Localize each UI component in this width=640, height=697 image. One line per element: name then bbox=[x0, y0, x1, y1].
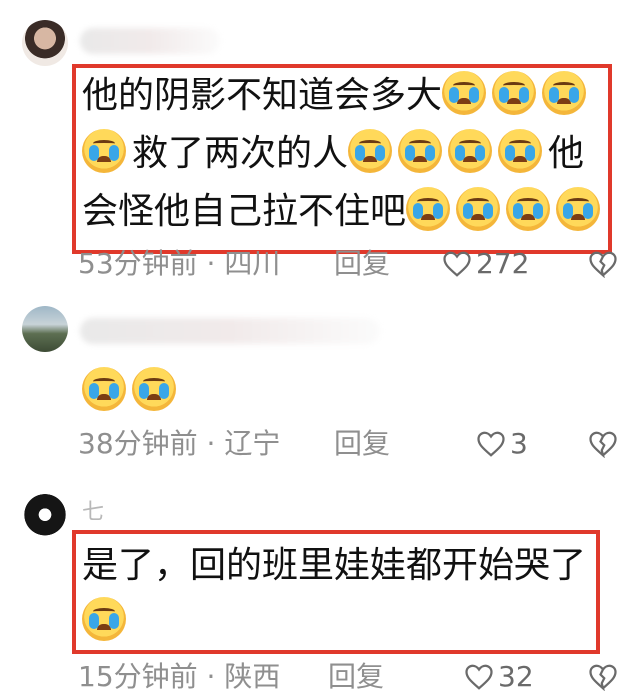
crying-face-emoji bbox=[492, 71, 537, 115]
crying-face-emoji bbox=[506, 187, 551, 231]
heart-outline-icon bbox=[443, 251, 471, 277]
crying-face-emoji bbox=[542, 71, 587, 115]
crying-face-emoji bbox=[406, 187, 451, 231]
comment-text: 救了两次的人 他 bbox=[82, 126, 584, 182]
like-button[interactable]: 272 bbox=[442, 244, 529, 284]
comment-text bbox=[82, 594, 132, 650]
avatar[interactable] bbox=[22, 306, 68, 352]
crying-face-emoji bbox=[348, 129, 393, 173]
reply-button[interactable]: 回复 bbox=[334, 424, 390, 464]
crying-face-emoji bbox=[556, 187, 601, 231]
reply-button[interactable]: 回复 bbox=[328, 657, 384, 697]
comment-time-location: 53分钟前 · 四川 bbox=[78, 247, 281, 280]
broken-heart-icon[interactable] bbox=[588, 430, 618, 458]
comment-text-line: 救了两次的人 bbox=[132, 133, 349, 174]
comment-time-location: 15分钟前 · 陕西 bbox=[78, 660, 281, 693]
username-blurred[interactable] bbox=[80, 28, 220, 54]
like-button[interactable]: 3 bbox=[476, 424, 528, 464]
comment-text-line: 是了，回的班里娃娃都开始哭了 bbox=[82, 545, 587, 586]
crying-face-emoji bbox=[82, 597, 126, 641]
crying-face-emoji bbox=[398, 129, 443, 173]
broken-heart-icon[interactable] bbox=[588, 250, 618, 278]
avatar[interactable] bbox=[22, 20, 68, 66]
comment-text: 是了，回的班里娃娃都开始哭了 bbox=[82, 538, 586, 594]
reply-button[interactable]: 回复 bbox=[334, 244, 390, 284]
comment-text-line: 会怪他自己拉不住吧 bbox=[82, 191, 407, 232]
like-count: 272 bbox=[476, 247, 530, 280]
comment-meta: 15分钟前 · 陕西 回复 32 bbox=[78, 657, 618, 697]
heart-outline-icon bbox=[465, 664, 493, 690]
username-blurred[interactable] bbox=[80, 318, 380, 344]
crying-face-emoji bbox=[82, 129, 126, 173]
crying-face-emoji bbox=[448, 129, 493, 173]
comment-text: 他的阴影不知道会多大 bbox=[82, 68, 592, 124]
crying-face-emoji bbox=[132, 367, 176, 411]
like-count: 32 bbox=[498, 660, 534, 693]
comment-time-location: 38分钟前 · 辽宁 bbox=[78, 427, 281, 460]
like-count: 3 bbox=[510, 427, 528, 460]
comment-text bbox=[82, 364, 182, 420]
broken-heart-icon[interactable] bbox=[588, 663, 618, 691]
comment-meta: 53分钟前 · 四川 回复 272 bbox=[78, 244, 618, 284]
crying-face-emoji bbox=[498, 129, 543, 173]
crying-face-emoji bbox=[442, 71, 487, 115]
heart-outline-icon bbox=[477, 431, 505, 457]
comment-meta: 38分钟前 · 辽宁 回复 3 bbox=[78, 424, 618, 464]
comment-text-line: 他 bbox=[548, 133, 585, 174]
crying-face-emoji bbox=[82, 367, 126, 411]
comment-text-line: 他的阴影不知道会多大 bbox=[82, 75, 443, 116]
avatar[interactable] bbox=[22, 494, 68, 540]
crying-face-emoji bbox=[456, 187, 501, 231]
like-button[interactable]: 32 bbox=[464, 657, 534, 697]
comment-text: 会怪他自己拉不住吧 bbox=[82, 184, 606, 240]
username[interactable]: 七 bbox=[82, 500, 104, 526]
